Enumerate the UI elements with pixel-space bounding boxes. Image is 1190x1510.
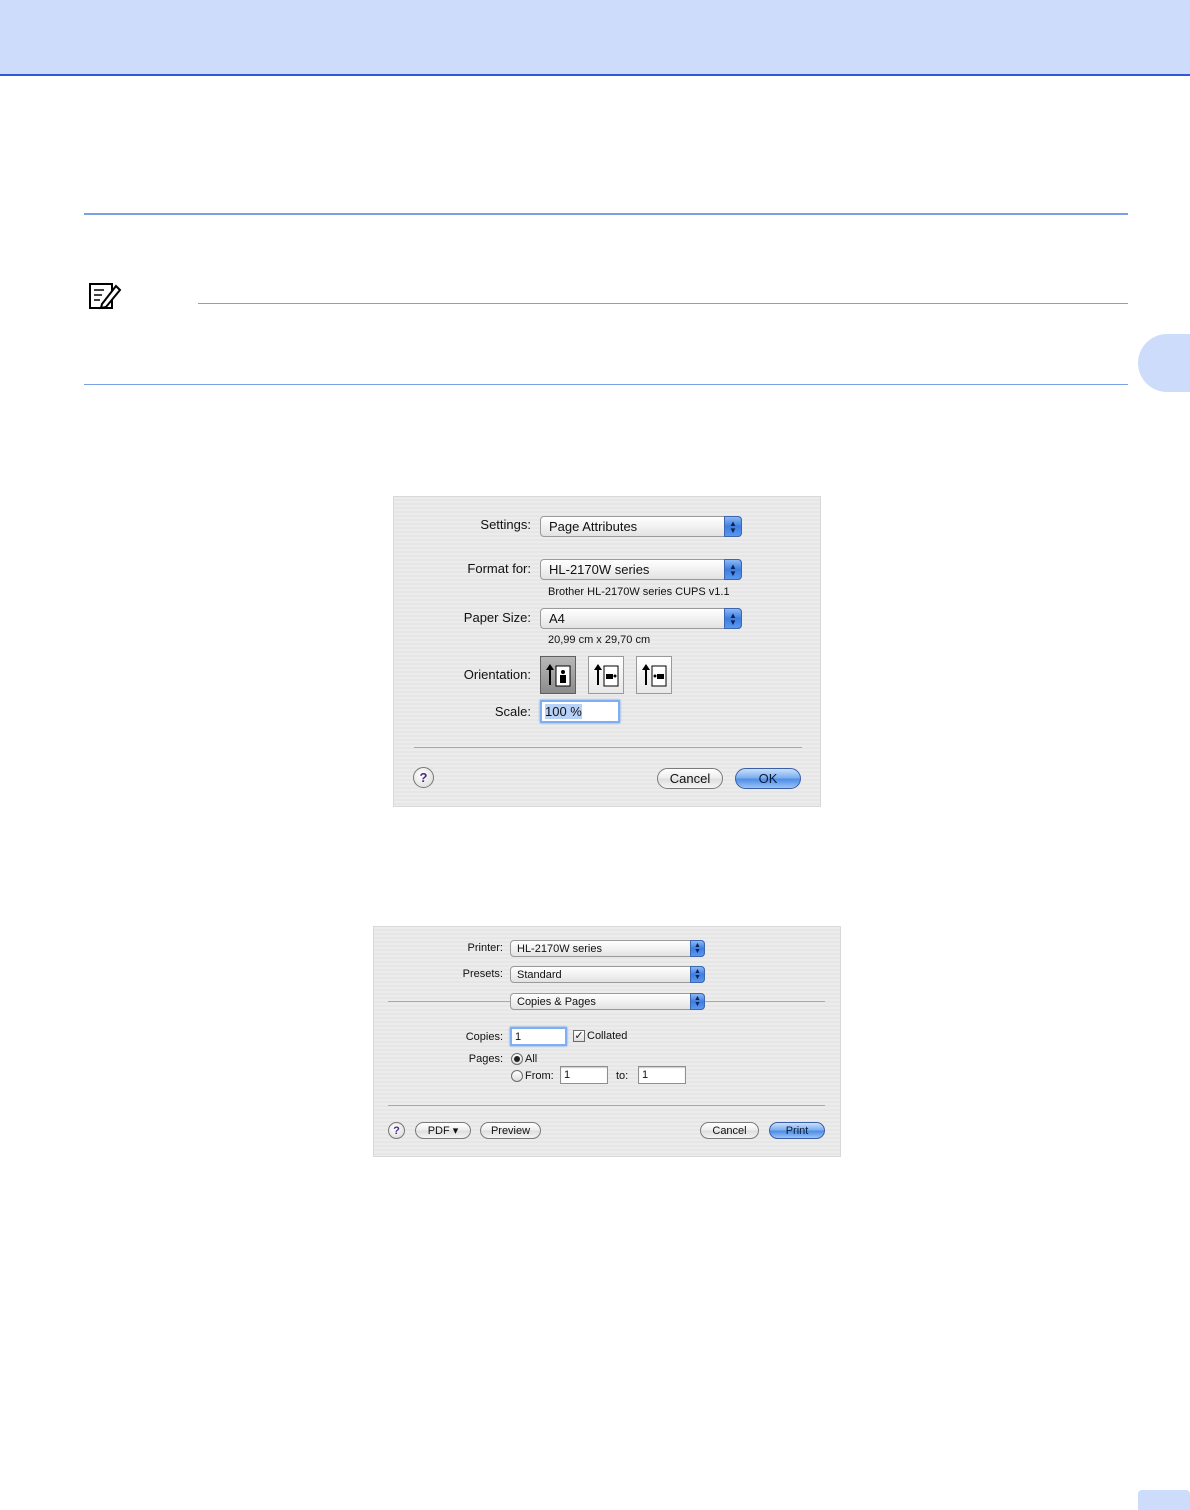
preview-button[interactable]: Preview (480, 1122, 541, 1139)
pages-from-radio[interactable] (511, 1070, 523, 1082)
collated-checkbox[interactable]: ✓ (573, 1030, 585, 1042)
format-for-value: HL-2170W series (549, 562, 650, 577)
panel-divider-right (705, 1001, 825, 1002)
settings-label: Settings: (480, 517, 531, 532)
portrait-icon (546, 664, 571, 687)
pdf-button[interactable]: PDF ▾ (415, 1122, 471, 1139)
orientation-landscape-button[interactable] (588, 656, 624, 694)
presets-value: Standard (517, 968, 562, 981)
to-page-input[interactable]: 1 (638, 1066, 686, 1084)
print-button[interactable]: Print (769, 1122, 825, 1139)
printer-value: HL-2170W series (517, 942, 602, 955)
panel-popup[interactable]: Copies & Pages ▲ ▼ (510, 993, 705, 1010)
updown-arrows-icon: ▲ ▼ (690, 993, 705, 1010)
page-setup-dialog: Settings: Page Attributes ▲ ▼ Format for:… (393, 496, 821, 807)
orientation-reverse-landscape-button[interactable] (636, 656, 672, 694)
cancel-button[interactable]: Cancel (657, 768, 723, 789)
paper-size-popup[interactable]: A4 ▲ ▼ (540, 608, 742, 629)
pages-all-label: All (525, 1053, 538, 1065)
pages-from-label: From: (525, 1070, 554, 1082)
panel-divider-left (388, 1001, 510, 1002)
ok-button[interactable]: OK (735, 768, 801, 789)
dialog-divider (388, 1105, 825, 1106)
updown-arrows-icon: ▲ ▼ (724, 608, 742, 629)
copies-value: 1 (515, 1030, 522, 1043)
note-rule-top (198, 303, 1128, 304)
updown-arrows-icon: ▲ ▼ (690, 940, 705, 957)
presets-popup[interactable]: Standard ▲ ▼ (510, 966, 705, 983)
header-band (0, 0, 1190, 76)
printer-popup[interactable]: HL-2170W series ▲ ▼ (510, 940, 705, 957)
paper-size-label: Paper Size: (463, 610, 531, 625)
scale-value: 100 % (545, 704, 582, 719)
note-rule-bottom (84, 384, 1128, 385)
print-dialog: Printer: HL-2170W series ▲ ▼ Presets: Sta… (373, 926, 841, 1157)
copies-input[interactable]: 1 (510, 1027, 567, 1046)
page-number-tab (1138, 1490, 1190, 1510)
pages-to-label: to: (616, 1070, 629, 1082)
dialog-divider (414, 747, 802, 748)
landscape-icon (594, 664, 619, 687)
presets-label: Presets: (462, 968, 503, 980)
reverse-landscape-icon (642, 664, 667, 687)
from-page-value: 1 (564, 1069, 571, 1081)
collated-label: Collated (587, 1030, 628, 1042)
copies-label: Copies: (465, 1031, 503, 1043)
help-button[interactable]: ? (413, 767, 434, 788)
updown-arrows-icon: ▲ ▼ (724, 516, 742, 537)
updown-arrows-icon: ▲ ▼ (724, 559, 742, 580)
scale-input[interactable]: 100 % (540, 700, 620, 723)
settings-popup[interactable]: Page Attributes ▲ ▼ (540, 516, 742, 537)
settings-value: Page Attributes (549, 519, 638, 534)
updown-arrows-icon: ▲ ▼ (690, 966, 705, 983)
note-icon (86, 280, 122, 312)
printer-label: Printer: (467, 942, 503, 954)
format-for-popup[interactable]: HL-2170W series ▲ ▼ (540, 559, 742, 580)
chapter-tab (1138, 334, 1190, 392)
from-page-input[interactable]: 1 (560, 1066, 608, 1084)
cancel-button[interactable]: Cancel (700, 1122, 759, 1139)
to-page-value: 1 (642, 1069, 649, 1081)
paper-size-value: A4 (549, 611, 565, 626)
format-for-description: Brother HL-2170W series CUPS v1.1 (548, 586, 730, 598)
pages-all-radio[interactable] (511, 1053, 523, 1065)
help-button[interactable]: ? (388, 1122, 405, 1139)
panel-value: Copies & Pages (517, 995, 596, 1008)
format-for-label: Format for: (467, 561, 531, 576)
orientation-portrait-button[interactable] (540, 656, 576, 694)
orientation-label: Orientation: (463, 667, 531, 682)
scale-label: Scale: (494, 704, 531, 719)
section-rule-top (84, 213, 1128, 215)
paper-size-description: 20,99 cm x 29,70 cm (548, 634, 651, 646)
pages-label: Pages: (468, 1053, 503, 1065)
